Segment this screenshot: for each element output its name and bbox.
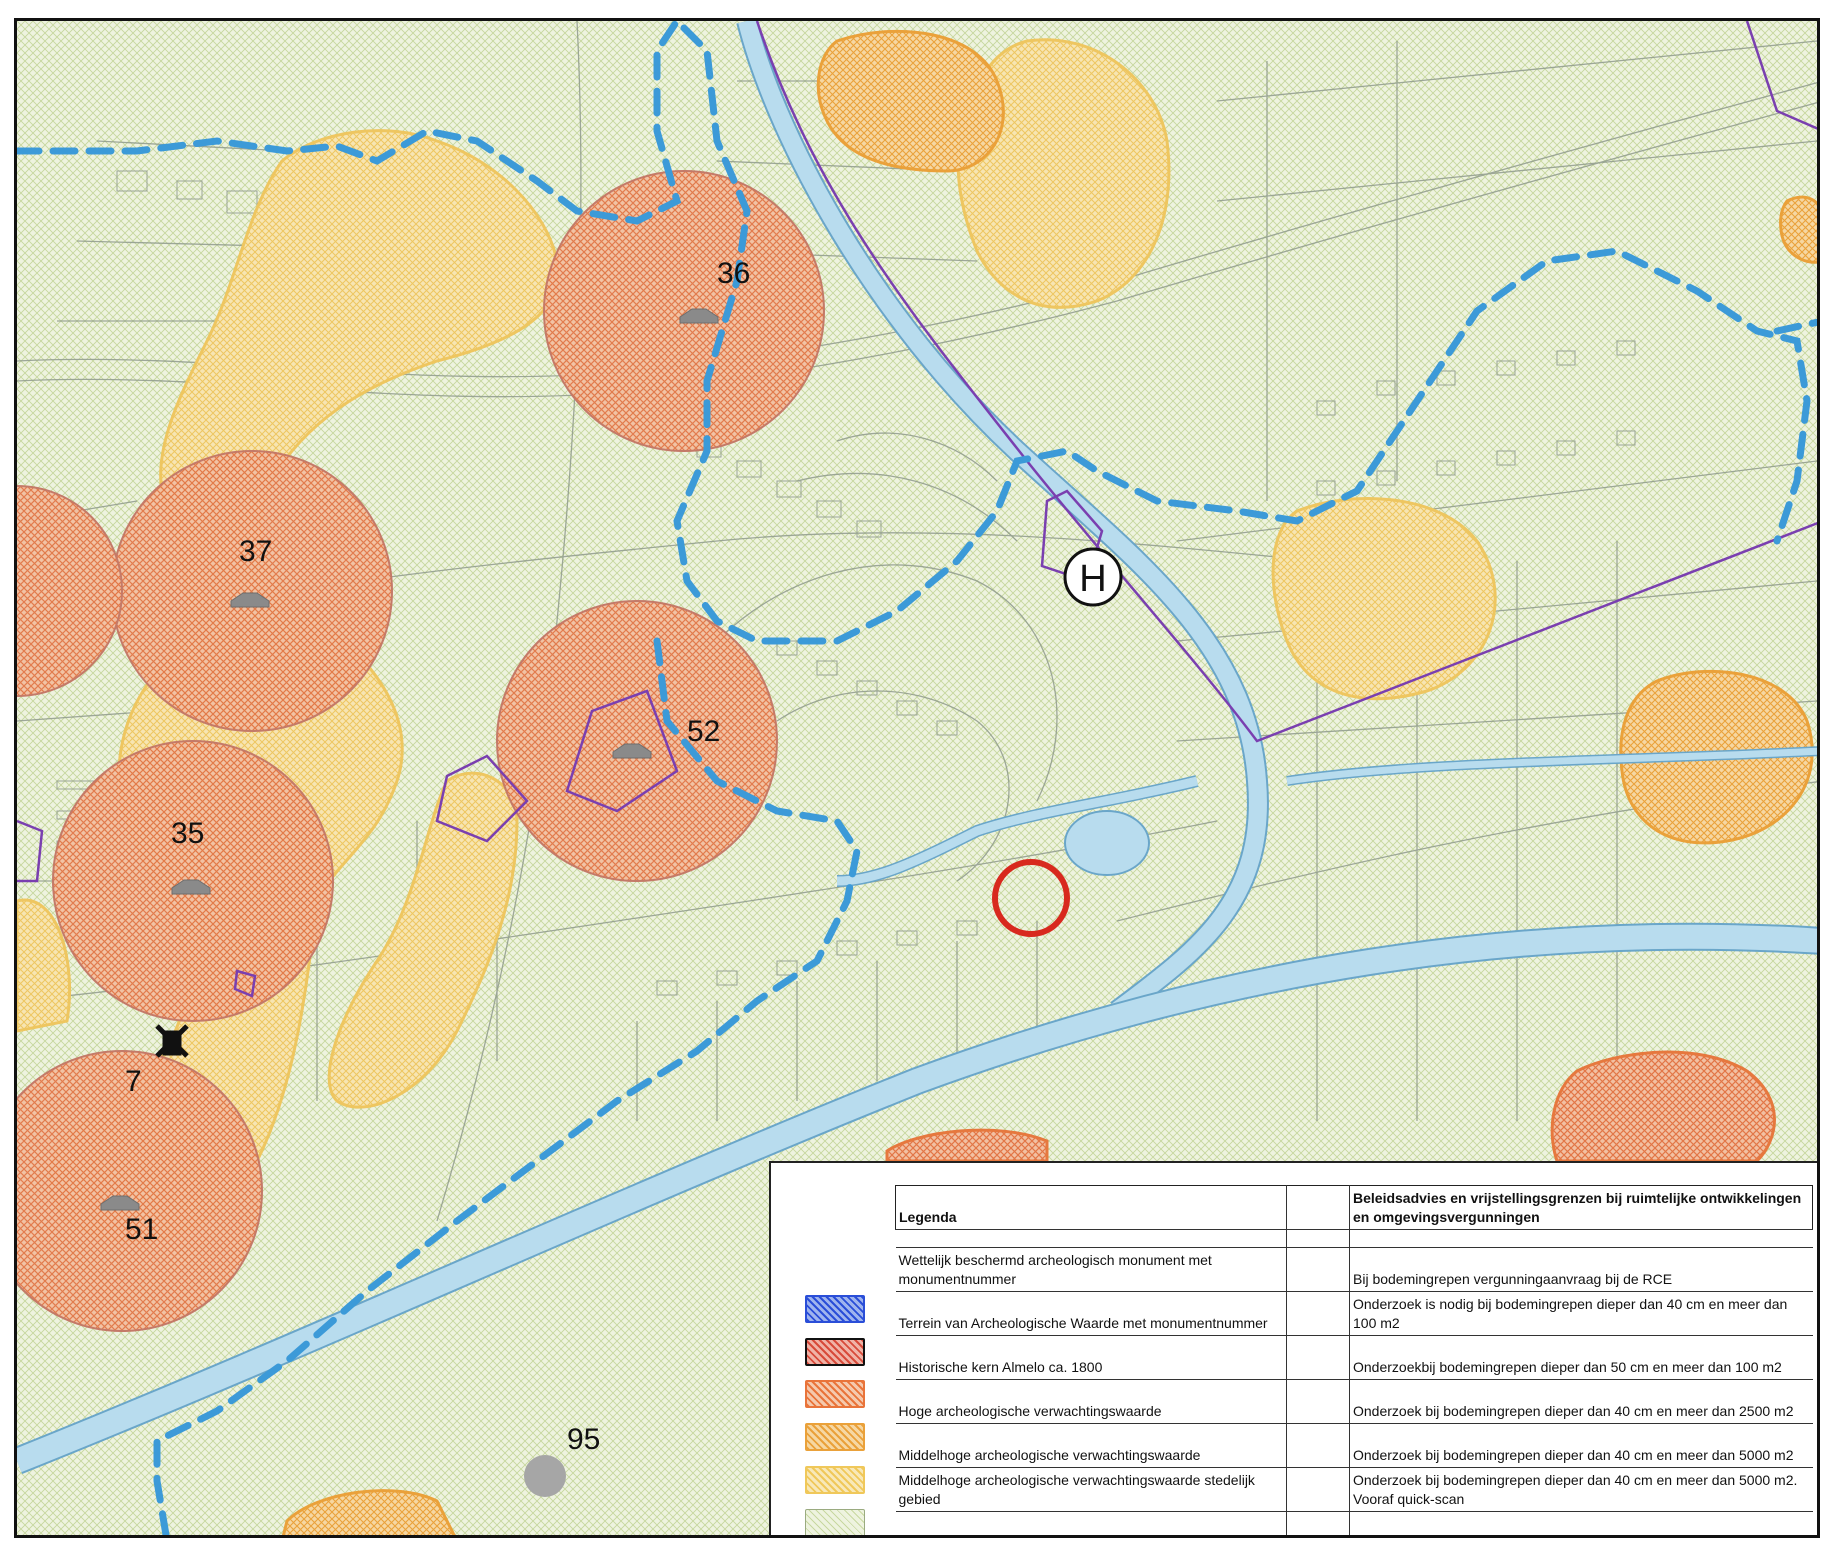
legend-panel: Legenda Beleidsadvies en vrijstellingsgr…: [769, 1161, 1817, 1535]
legend-row: Middelhoge archeologische verwachtingswa…: [895, 1423, 1813, 1468]
legend-row-advice: Onderzoek bij bodemingrepen dieper dan 4…: [1349, 1379, 1813, 1424]
legend-swatch-terrain-value: [805, 1295, 865, 1323]
legend-row-advice: Bij bodemingrepen vergunningaanvraag bij…: [1349, 1247, 1813, 1292]
site-label-95: 95: [567, 1423, 600, 1456]
legend-row: Middelhoge archeologische verwachtingswa…: [895, 1467, 1813, 1512]
legend-row: Wettelijk beschermd archeologisch monume…: [895, 1247, 1813, 1292]
legend-row-advice: Onderzoekbij bodemingrepen dieper dan 50…: [1349, 1335, 1813, 1380]
legend-row-advice: Onderzoek is nodig bij bodemingrepen die…: [1349, 1291, 1813, 1336]
legend-row-advice: Onderzoek bij bodemingrepen dieper dan 4…: [1349, 1467, 1813, 1512]
legend-row: Lage archeologische verwachtingswaarde O…: [895, 1511, 1813, 1535]
monument-label-35: 35: [171, 817, 204, 850]
helipad-symbol: H: [1079, 558, 1106, 600]
legend-row-advice: Onderzoek bij bodemingrepen dieper dan 4…: [1349, 1423, 1813, 1468]
legend-row-label: Historische kern Almelo ca. 1800: [895, 1335, 1287, 1380]
legend-swatch-low-value: [805, 1509, 865, 1535]
map-frame[interactable]: H 36 37 52 35 7 51 95 Legenda Beleidsadv…: [14, 18, 1820, 1538]
legend-row-label: Hoge archeologische verwachtingswaarde: [895, 1379, 1287, 1424]
legend-header-left: Legenda: [895, 1185, 1287, 1230]
legend-header-right: Beleidsadvies en vrijstellingsgrenzen bi…: [1349, 1185, 1813, 1230]
legend-row-label: Lage archeologische verwachtingswaarde: [895, 1511, 1287, 1535]
monument-label-37: 37: [239, 535, 272, 568]
site-95-dot: [524, 1455, 566, 1497]
legend-header-row: Legenda Beleidsadvies en vrijstellingsgr…: [895, 1185, 1813, 1230]
monument-label-36: 36: [717, 257, 750, 290]
legend-row: Hoge archeologische verwachtingswaarde O…: [895, 1379, 1813, 1424]
legend-row-label: Middelhoge archeologische verwachtingswa…: [895, 1423, 1287, 1468]
legend-table: Legenda Beleidsadvies en vrijstellingsgr…: [895, 1185, 1813, 1535]
legend-row: Historische kern Almelo ca. 1800 Onderzo…: [895, 1335, 1813, 1380]
legend-swatch-middle-value: [805, 1423, 865, 1451]
legend-row-advice: Onderzoek bij bodemingrepen dieper dan 4…: [1349, 1511, 1813, 1535]
legend-swatch-high-value: [805, 1380, 865, 1408]
legend-row-label: Terrein van Archeologische Waarde met mo…: [895, 1291, 1287, 1336]
monument-label-7: 7: [125, 1065, 142, 1098]
legend-row-label: Middelhoge archeologische verwachtingswa…: [895, 1467, 1287, 1512]
helipad-icon: H: [1063, 547, 1123, 607]
legend-row-label: Wettelijk beschermd archeologisch monume…: [895, 1247, 1287, 1292]
legend-swatch-historic-core: [805, 1338, 865, 1366]
monument-label-51: 51: [125, 1213, 158, 1246]
monument-label-52: 52: [687, 715, 720, 748]
legend-swatch-middle-urban: [805, 1466, 865, 1494]
legend-row: Terrein van Archeologische Waarde met mo…: [895, 1291, 1813, 1336]
